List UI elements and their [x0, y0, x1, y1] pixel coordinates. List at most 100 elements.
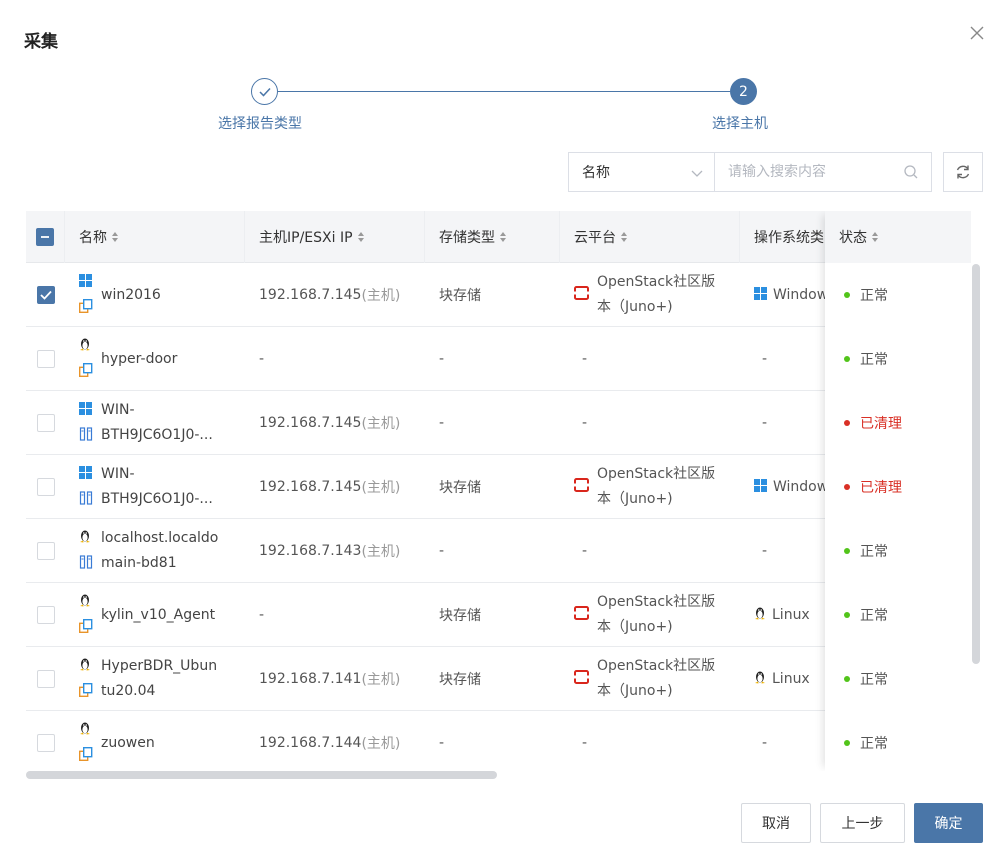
cloud-platform: - [582, 735, 588, 751]
horizontal-scrollbar[interactable] [26, 771, 497, 779]
status-badge: 正常 [860, 736, 888, 752]
refresh-button[interactable] [943, 152, 983, 192]
os-cell: - [740, 327, 825, 391]
row-checkbox[interactable] [36, 670, 55, 688]
table-row[interactable]: kylin_v10_Agent - 块存储 OpenStack社区版 本（Jun… [26, 583, 971, 647]
sort-icon[interactable] [357, 231, 365, 243]
copy-icon [78, 362, 101, 381]
status-dot [844, 484, 850, 490]
header-os-label: 操作系统类 [754, 230, 824, 246]
ip-cell: 192.168.7.145 (主机) [245, 263, 425, 327]
status-cell: 正常 [825, 519, 971, 583]
table-row[interactable]: localhost.localdo main-bd81 192.168.7.14… [26, 519, 971, 583]
storage-type: 块存储 [439, 288, 481, 304]
host-name: WIN- [101, 466, 135, 482]
sort-icon[interactable] [111, 231, 119, 243]
table-row[interactable]: hyper-door - - - - 正常 [26, 327, 971, 391]
row-select-cell[interactable] [26, 647, 65, 711]
openstack-icon [574, 606, 589, 624]
row-select-cell[interactable] [26, 327, 65, 391]
vertical-scrollbar[interactable] [972, 264, 980, 664]
sort-icon[interactable] [499, 231, 507, 243]
header-select-all[interactable] [26, 211, 65, 263]
windows-icon [79, 401, 101, 419]
storage-cell: - [425, 327, 560, 391]
search-icon[interactable] [903, 164, 919, 184]
linux-icon [79, 593, 101, 611]
os-cell: - [740, 711, 825, 771]
cloud-cell: OpenStack社区版 本（Juno+) [560, 455, 740, 519]
row-checkbox[interactable] [36, 286, 55, 304]
host-name: HyperBDR_Ubun [101, 658, 218, 674]
host-name: hyper-door [101, 350, 178, 367]
host-name: win2016 [101, 286, 161, 303]
name-cell: localhost.localdo main-bd81 [65, 519, 245, 583]
row-select-cell[interactable] [26, 391, 65, 455]
os-type: - [762, 351, 768, 367]
row-checkbox[interactable] [36, 606, 55, 624]
table-row[interactable]: WIN- BTH9JC6O1J0-... 192.168.7.145 (主机) -… [26, 391, 971, 455]
os-type: - [762, 415, 768, 431]
storage-cell: 块存储 [425, 647, 560, 711]
name-cell: HyperBDR_Ubun tu20.04 [65, 647, 245, 711]
status-badge: 正常 [860, 544, 888, 560]
storage-cell: - [425, 519, 560, 583]
storage-type: - [439, 735, 445, 751]
host-name-line2: BTH9JC6O1J0-... [101, 427, 213, 443]
row-select-cell[interactable] [26, 519, 65, 583]
host-name: localhost.localdo [101, 530, 219, 546]
row-checkbox[interactable] [36, 414, 55, 432]
vm-icon [79, 426, 101, 445]
host-ip: - [259, 351, 265, 367]
close-icon[interactable] [966, 22, 988, 44]
table-row[interactable]: HyperBDR_Ubun tu20.04 192.168.7.141 (主机) … [26, 647, 971, 711]
os-type: - [762, 543, 768, 559]
sort-icon[interactable] [871, 231, 879, 243]
row-checkbox[interactable] [36, 734, 55, 752]
table-row[interactable]: WIN- BTH9JC6O1J0-... 192.168.7.145 (主机) 块… [26, 455, 971, 519]
copy-icon [78, 618, 101, 637]
status-cell: 正常 [825, 327, 971, 391]
header-status[interactable]: 状态 [825, 211, 971, 263]
cloud-platform-line2: 本（Juno+) [597, 299, 673, 315]
header-ip[interactable]: 主机IP/ESXi IP [245, 211, 425, 263]
os-type: Window [773, 479, 825, 495]
status-dot [844, 548, 850, 554]
os-cell: - [740, 519, 825, 583]
row-checkbox[interactable] [36, 350, 55, 368]
search-field-select[interactable]: 名称 [568, 152, 714, 192]
copy-icon [78, 298, 101, 317]
confirm-button[interactable]: 确定 [914, 803, 983, 843]
header-ip-label: 主机IP/ESXi IP [259, 230, 353, 246]
cloud-platform-line1: OpenStack社区版 [597, 658, 716, 674]
search-input[interactable] [714, 152, 932, 192]
row-checkbox[interactable] [36, 478, 55, 496]
row-select-cell[interactable] [26, 711, 65, 771]
row-select-cell[interactable] [26, 583, 65, 647]
step-indicator: 2 选择报告类型 选择主机 [0, 78, 1008, 138]
cloud-platform-line1: OpenStack社区版 [597, 274, 716, 290]
header-os[interactable]: 操作系统类 [740, 211, 825, 263]
row-select-cell[interactable] [26, 263, 65, 327]
previous-step-button[interactable]: 上一步 [820, 803, 905, 843]
os-type: Linux [772, 607, 810, 623]
name-cell: zuowen [65, 711, 245, 771]
os-cell: Linux [740, 583, 825, 647]
cancel-button[interactable]: 取消 [741, 803, 811, 843]
table-row[interactable]: win2016 192.168.7.145 (主机) 块存储 OpenStack社… [26, 263, 971, 327]
header-storage[interactable]: 存储类型 [425, 211, 560, 263]
os-type: Linux [772, 671, 810, 687]
header-cloud[interactable]: 云平台 [560, 211, 740, 263]
header-name[interactable]: 名称 [65, 211, 245, 263]
cloud-platform: - [582, 415, 588, 431]
windows-icon [79, 465, 101, 483]
sort-icon[interactable] [620, 231, 628, 243]
row-select-cell[interactable] [26, 455, 65, 519]
openstack-icon [574, 478, 589, 496]
table-row[interactable]: zuowen 192.168.7.144 (主机) - - - 正常 [26, 711, 971, 771]
select-all-checkbox[interactable] [36, 228, 54, 246]
status-cell: 正常 [825, 263, 971, 327]
host-ip-suffix: (主机) [361, 736, 401, 752]
row-checkbox[interactable] [36, 542, 55, 560]
status-cell: 正常 [825, 711, 971, 771]
